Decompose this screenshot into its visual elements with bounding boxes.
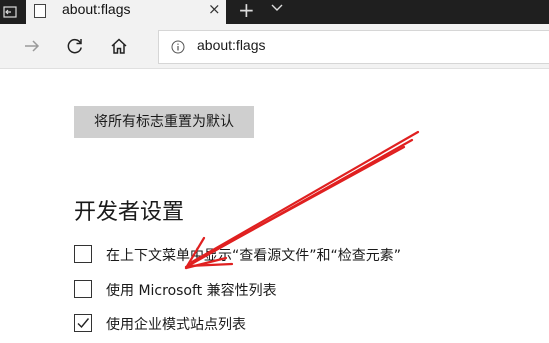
checkbox[interactable] bbox=[74, 245, 92, 263]
close-icon[interactable]: × bbox=[208, 0, 221, 18]
address-bar[interactable]: about:flags bbox=[158, 30, 549, 64]
reset-all-flags-button[interactable]: 将所有标志重置为默认 bbox=[74, 106, 254, 138]
checkbox-checked[interactable] bbox=[74, 314, 92, 332]
refresh-icon[interactable] bbox=[65, 36, 85, 56]
chevron-down-icon[interactable] bbox=[270, 1, 284, 15]
option-label: 在上下文菜单中显示“查看源文件”和“检查元素” bbox=[106, 248, 402, 264]
option-label: 使用 Microsoft 兼容性列表 bbox=[106, 283, 277, 299]
tab-set-aside-icon[interactable] bbox=[2, 4, 18, 20]
address-text[interactable]: about:flags bbox=[197, 37, 266, 53]
checkbox[interactable] bbox=[74, 280, 92, 298]
tab-strip: about:flags × + bbox=[0, 0, 549, 24]
home-icon[interactable] bbox=[109, 36, 129, 56]
check-icon bbox=[77, 318, 90, 329]
navigation-bar: about:flags bbox=[0, 24, 549, 69]
forward-arrow-icon[interactable] bbox=[22, 36, 42, 56]
info-icon[interactable] bbox=[171, 40, 185, 54]
tab-title: about:flags bbox=[62, 1, 131, 17]
option-label: 使用企业模式站点列表 bbox=[106, 317, 246, 333]
page-icon bbox=[34, 4, 46, 18]
section-heading: 开发者设置 bbox=[74, 200, 185, 225]
plus-icon[interactable]: + bbox=[238, 0, 255, 22]
active-tab[interactable]: about:flags × bbox=[26, 0, 226, 24]
